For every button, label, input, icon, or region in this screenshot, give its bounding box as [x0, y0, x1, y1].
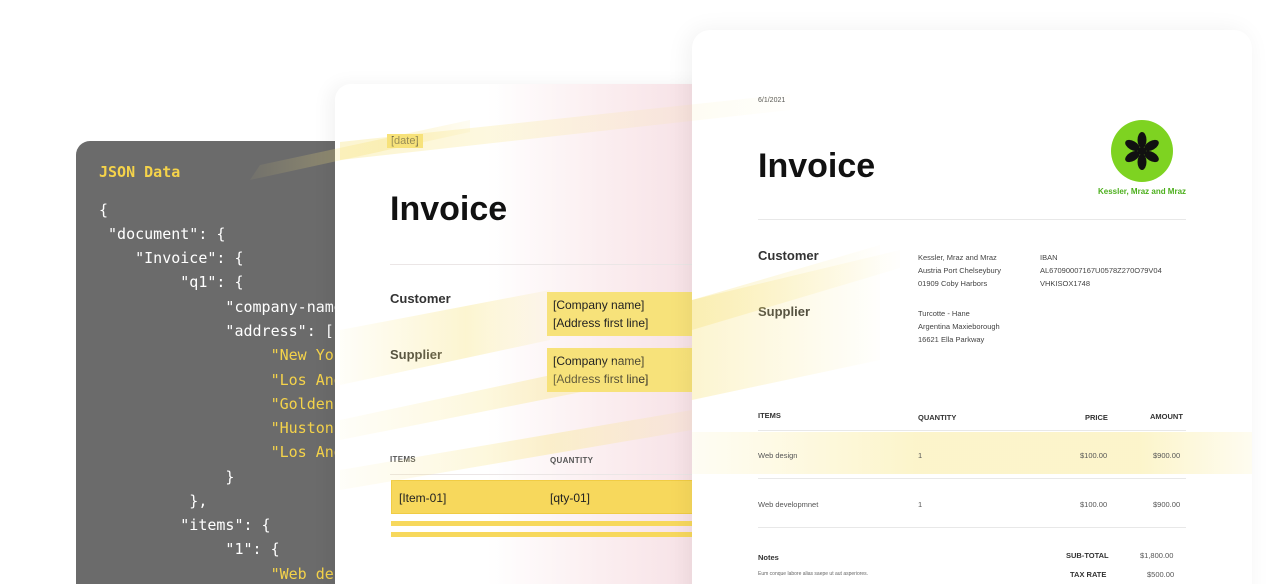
invoice-title: Invoice	[758, 147, 876, 185]
address-line: 01909 Coby Harbors	[918, 279, 988, 288]
table-cell-item: Web developmnet	[758, 500, 819, 509]
customer-label: Customer	[758, 248, 819, 263]
notes-label: Notes	[758, 553, 779, 562]
invoice-date: 6/1/2021	[758, 97, 786, 104]
company-name: Kessler, Mraz and Mraz	[1098, 187, 1187, 196]
template-title: Invoice	[390, 190, 508, 228]
code-line: "New York	[99, 346, 352, 364]
table-cell-amount: $900.00	[1153, 451, 1181, 460]
template-customer-placeholder: [Company name] [Address first line]	[547, 292, 715, 336]
divider	[758, 219, 1186, 220]
template-items-header: ITEMS	[390, 455, 416, 464]
template-date-placeholder: [date]	[387, 134, 423, 148]
code-line: "q1": {	[99, 273, 244, 291]
template-row-strip	[391, 521, 715, 526]
template-supplier-placeholder: [Company name] [Address first line]	[547, 348, 715, 392]
code-line: "Web desig	[99, 565, 361, 583]
template-qty-placeholder: [qty-01]	[550, 491, 591, 505]
placeholder-line: [Address first line]	[553, 316, 649, 330]
divider	[390, 474, 715, 475]
bank-line: AL67090007167U0578Z270O79V04	[1040, 266, 1162, 275]
divider	[758, 527, 1186, 528]
code-line: "document": {	[99, 225, 226, 243]
bank-details: IBAN AL67090007167U0578Z270O79V04 VHKISO…	[1040, 251, 1162, 290]
column-header-price: PRICE	[1085, 413, 1108, 422]
code-line: }	[99, 468, 235, 486]
subtotal-label: SUB-TOTAL	[1066, 551, 1109, 560]
code-line: },	[99, 492, 208, 510]
column-header-items: ITEMS	[758, 411, 781, 420]
address-line: Kessler, Mraz and Mraz	[918, 253, 997, 262]
bank-line: VHKISOX1748	[1040, 279, 1091, 288]
template-customer-label: Customer	[390, 291, 451, 306]
table-cell-amount: $900.00	[1153, 500, 1181, 509]
column-header-quantity: QUANTITY	[918, 413, 957, 422]
placeholder-line: [Company name]	[553, 298, 645, 312]
code-line: "company-name"	[99, 298, 352, 316]
notes-text: Eum conque labore alias saepe ut aut asp…	[758, 571, 869, 577]
table-cell-quantity: 1	[918, 451, 923, 460]
code-line: "1": {	[99, 540, 280, 558]
customer-address: Kessler, Mraz and Mraz Austria Port Chel…	[918, 251, 1001, 290]
code-line: "Los Angel	[99, 443, 361, 461]
divider	[390, 264, 715, 265]
table-cell-quantity: 1	[918, 500, 923, 509]
code-panel-title: JSON Data	[99, 163, 181, 181]
column-header-amount: AMOUNT	[1150, 412, 1183, 421]
template-supplier-label: Supplier	[390, 347, 443, 362]
tax-rate-value: $500.00	[1147, 570, 1175, 579]
placeholder-line: [Address first line]	[553, 372, 649, 386]
template-item-placeholder: [Item-01]	[399, 491, 447, 505]
subtotal-value: $1,800.00	[1140, 551, 1174, 560]
invoice-template: [date] Invoice Customer [Company name] […	[335, 84, 715, 584]
code-line: "Huston Ro	[99, 419, 361, 437]
tax-rate-label: TAX RATE	[1070, 570, 1107, 579]
address-line: 16621 Ella Parkway	[918, 335, 985, 344]
json-code-panel: JSON Data { "document": { "Invoice": { "…	[76, 141, 376, 584]
code-line: "Los Angel	[99, 371, 361, 389]
template-row-strip	[391, 532, 715, 537]
bank-label: IBAN	[1040, 253, 1058, 262]
divider	[758, 478, 1186, 479]
supplier-label: Supplier	[758, 304, 811, 319]
table-cell-price: $100.00	[1080, 500, 1108, 509]
divider	[758, 430, 1186, 431]
code-line: {	[99, 201, 109, 219]
code-line: "address": [	[99, 322, 334, 340]
template-item-row: [Item-01] [qty-01]	[391, 480, 715, 514]
address-line: Austria Port Chelseybury	[918, 266, 1001, 275]
company-logo-icon	[1111, 120, 1173, 182]
table-cell-item: Web design	[758, 451, 798, 460]
code-line: "Golden St	[99, 395, 361, 413]
invoice-document: 6/1/2021 Invoice Kessler, Mraz and Mraz …	[692, 30, 1252, 584]
template-quantity-header: QUANTITY	[550, 456, 594, 465]
address-line: Argentina Maxieborough	[918, 322, 1000, 331]
code-line: "items": {	[99, 516, 271, 534]
address-line: Turcotte - Hane	[918, 309, 970, 318]
placeholder-line: [Company name]	[553, 354, 645, 368]
table-cell-price: $100.00	[1080, 451, 1108, 460]
code-line: "Invoice": {	[99, 249, 244, 267]
supplier-address: Turcotte - Hane Argentina Maxieborough 1…	[918, 307, 1000, 346]
